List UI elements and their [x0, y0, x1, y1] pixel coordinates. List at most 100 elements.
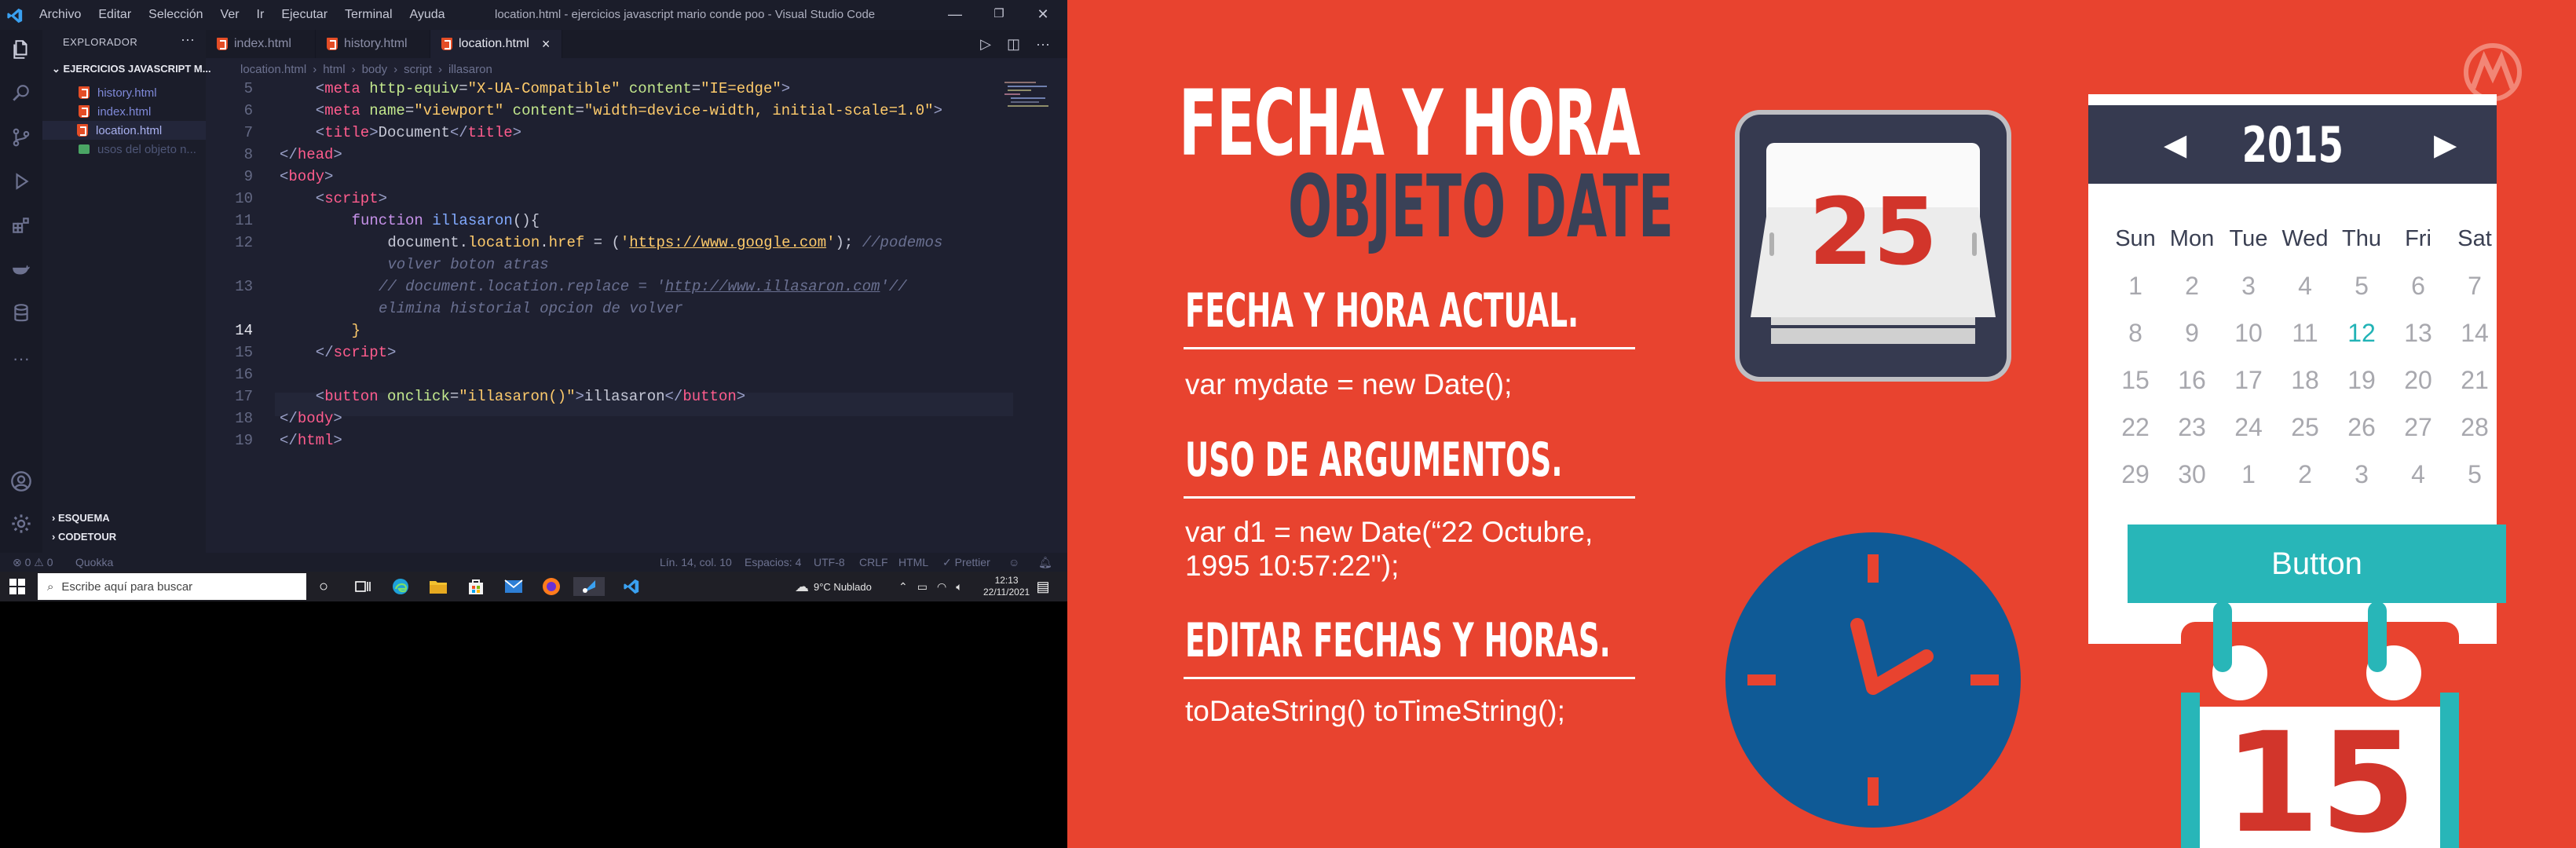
menu-item[interactable]: Ver — [221, 8, 240, 22]
code-line[interactable]: 5 <meta http-equiv="X-UA-Compatible" cont… — [206, 80, 1067, 102]
code-line[interactable]: 6 <meta name="viewport" content="width=de… — [206, 102, 1067, 124]
encoding[interactable]: UTF-8 — [814, 556, 845, 568]
language-mode[interactable]: HTML — [898, 556, 928, 568]
mail-icon[interactable] — [504, 577, 523, 596]
calendar-day[interactable]: 13 — [2390, 319, 2446, 348]
tab-history[interactable]: history.html — [316, 30, 430, 58]
code-line[interactable]: 18 </body> — [206, 410, 1067, 432]
code-line[interactable]: 8 </head> — [206, 146, 1067, 168]
extensions-icon[interactable] — [9, 214, 33, 237]
calendar-button[interactable]: Button — [2128, 525, 2506, 603]
calendar-day[interactable]: 9 — [2164, 319, 2220, 348]
menu-item[interactable]: Ejecutar — [281, 8, 327, 22]
breadcrumb-item[interactable]: script — [404, 63, 432, 76]
calendar-day[interactable]: 27 — [2390, 413, 2446, 442]
code-line[interactable]: 12 document.location.href = ('https://www… — [206, 234, 1067, 256]
more-actions-icon[interactable]: ··· — [1036, 36, 1050, 53]
calendar-day[interactable]: 8 — [2107, 319, 2164, 348]
menu-item[interactable]: Editar — [98, 8, 131, 22]
run-debug-icon[interactable] — [9, 170, 33, 193]
calendar-day[interactable]: 12 — [2333, 319, 2390, 348]
calendar-day[interactable]: 26 — [2333, 413, 2390, 442]
snipping-tool-icon[interactable] — [573, 577, 605, 596]
codetour-section[interactable]: › CODETOUR — [52, 531, 116, 543]
next-year-arrow-icon[interactable]: ▶ — [2434, 105, 2457, 184]
calendar-day[interactable]: 4 — [2390, 460, 2446, 489]
notification-center-icon[interactable]: ▤ — [1034, 577, 1052, 596]
store-icon[interactable] — [467, 577, 485, 596]
calendar-day[interactable]: 23 — [2164, 413, 2220, 442]
wifi-icon[interactable]: ◠ — [937, 580, 946, 594]
more-icon[interactable]: ··· — [9, 347, 33, 371]
calendar-day[interactable]: 3 — [2220, 272, 2277, 301]
weather-widget[interactable]: ☁ 9°C Nublado — [795, 572, 872, 601]
line-ending[interactable]: CRLF — [859, 556, 888, 568]
code-line[interactable]: 15 </script> — [206, 344, 1067, 366]
tab-index[interactable]: index.html — [206, 30, 316, 58]
calendar-day[interactable]: 7 — [2446, 272, 2503, 301]
tab-location[interactable]: location.html × — [430, 30, 562, 58]
calendar-day[interactable]: 5 — [2446, 460, 2503, 489]
breadcrumb-item[interactable]: html — [323, 63, 345, 76]
code-line[interactable]: 7 <title>Document</title> — [206, 124, 1067, 146]
settings-gear-icon[interactable] — [9, 512, 33, 535]
calendar-day[interactable]: 18 — [2277, 366, 2333, 395]
chevron-up-icon[interactable]: ⌃ — [898, 580, 908, 594]
code-line[interactable]: 11 function illasaron(){ — [206, 212, 1067, 234]
calendar-day[interactable]: 22 — [2107, 413, 2164, 442]
code-line[interactable]: 19 </html> — [206, 432, 1067, 454]
minimap[interactable] — [1004, 80, 1050, 111]
account-icon[interactable] — [9, 470, 33, 493]
calendar-day[interactable]: 10 — [2220, 319, 2277, 348]
calendar-day[interactable]: 2 — [2277, 460, 2333, 489]
code-line[interactable]: 17 <button onclick="illasaron()">illasaro… — [206, 388, 1067, 410]
windows-start-icon[interactable] — [8, 577, 27, 596]
source-control-icon[interactable] — [9, 126, 33, 149]
code-line[interactable]: 14} — [206, 322, 1067, 344]
code-line[interactable]: 9 <body> — [206, 168, 1067, 190]
task-view-icon[interactable] — [353, 577, 372, 596]
calendar-day[interactable]: 1 — [2107, 272, 2164, 301]
breadcrumb-item[interactable]: body — [362, 63, 388, 76]
project-folder[interactable]: ⌄ EJERCICIOS JAVASCRIPT M... — [52, 63, 211, 75]
explorer-icon[interactable] — [9, 38, 33, 61]
calendar-day[interactable]: 16 — [2164, 366, 2220, 395]
calendar-day[interactable]: 17 — [2220, 366, 2277, 395]
calendar-day[interactable]: 15 — [2107, 366, 2164, 395]
breadcrumb-item[interactable]: location.html — [240, 63, 306, 76]
database-icon[interactable] — [9, 302, 33, 325]
more-actions-icon[interactable]: ··· — [181, 31, 195, 48]
calendar-day[interactable]: 30 — [2164, 460, 2220, 489]
run-icon[interactable]: ▷ — [980, 36, 991, 53]
feedback-icon[interactable]: ☺ — [1008, 556, 1019, 568]
code-line[interactable]: 10 <script> — [206, 190, 1067, 212]
menu-item[interactable]: Archivo — [39, 8, 81, 22]
calendar-day[interactable]: 28 — [2446, 413, 2503, 442]
close-tab-icon[interactable]: × — [542, 36, 551, 53]
calendar-day[interactable]: 20 — [2390, 366, 2446, 395]
file-explorer-icon[interactable] — [429, 577, 448, 596]
quokka-status[interactable]: Quokka — [75, 556, 113, 568]
problems-count[interactable]: ⊗ 0 ⚠ 0 — [13, 556, 53, 569]
calendar-day[interactable]: 25 — [2277, 413, 2333, 442]
volume-icon[interactable]: 🔈︎ — [956, 580, 962, 594]
menu-item[interactable]: Ir — [257, 8, 265, 22]
minimize-icon[interactable]: — — [936, 0, 974, 30]
cortana-icon[interactable]: ○ — [314, 577, 333, 596]
close-window-icon[interactable]: ✕ — [1024, 0, 1062, 30]
menu-item[interactable]: Ayuda — [410, 8, 445, 22]
clock[interactable]: 12:13 22/11/2021 — [983, 572, 1030, 601]
notifications-bell-icon[interactable]: 🔔︎ — [1038, 556, 1052, 569]
calendar-day[interactable]: 1 — [2220, 460, 2277, 489]
edge-icon[interactable] — [391, 577, 410, 596]
restore-icon[interactable]: ❐ — [980, 0, 1018, 30]
firefox-icon[interactable] — [542, 577, 561, 596]
outline-section[interactable]: › ESQUEMA — [52, 512, 110, 524]
calendar-day[interactable]: 14 — [2446, 319, 2503, 348]
taskbar-search-box[interactable]: ⌕ Escribe aquí para buscar — [38, 573, 306, 600]
cursor-position[interactable]: Lín. 14, col. 10 — [660, 556, 732, 568]
calendar-day[interactable]: 3 — [2333, 460, 2390, 489]
calendar-day[interactable]: 4 — [2277, 272, 2333, 301]
vscode-taskbar-icon[interactable] — [622, 577, 641, 596]
file-location[interactable]: location.html — [42, 121, 206, 140]
